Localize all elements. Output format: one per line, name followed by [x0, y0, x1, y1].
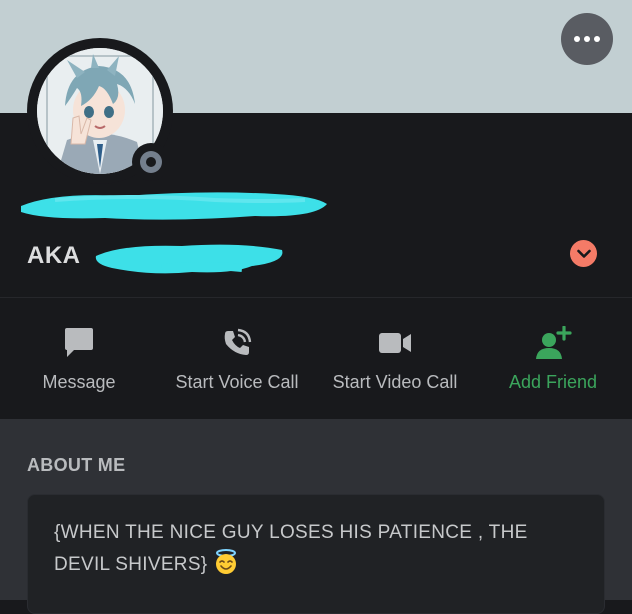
- about-me-title: ABOUT ME: [27, 455, 126, 475]
- message-icon: [65, 328, 93, 357]
- about-me-content: {WHEN THE NICE GUY LOSES HIS PATIENCE , …: [54, 517, 584, 581]
- video-camera-icon: [379, 333, 411, 353]
- redacted-username: [21, 192, 327, 220]
- chevron-down-icon: [576, 249, 591, 258]
- about-me-text: {WHEN THE NICE GUY LOSES HIS PATIENCE , …: [54, 522, 528, 575]
- add-friend-label: Add Friend: [508, 372, 598, 392]
- profile-actions: Message Start Voice Call Start Video Cal…: [0, 297, 632, 420]
- offline-status-icon: [140, 151, 162, 173]
- about-me-section: ABOUT ME {WHEN THE NICE GUY LOSES HIS PA…: [0, 419, 632, 614]
- add-friend-button[interactable]: Add Friend: [474, 298, 632, 420]
- redacted-aka-names: [95, 244, 283, 274]
- aka-label: AKA: [27, 242, 81, 269]
- expand-aka-button[interactable]: [570, 240, 597, 267]
- start-video-call-button[interactable]: Start Video Call: [316, 298, 474, 420]
- add-friend-icon: [536, 326, 572, 359]
- smiling-face-with-halo-emoji: [216, 549, 237, 574]
- more-options-button[interactable]: [561, 13, 613, 65]
- start-voice-call-button[interactable]: Start Voice Call: [158, 298, 316, 420]
- message-button[interactable]: Message: [0, 298, 158, 420]
- phone-icon: [224, 328, 252, 355]
- about-me-box: {WHEN THE NICE GUY LOSES HIS PATIENCE , …: [27, 494, 605, 614]
